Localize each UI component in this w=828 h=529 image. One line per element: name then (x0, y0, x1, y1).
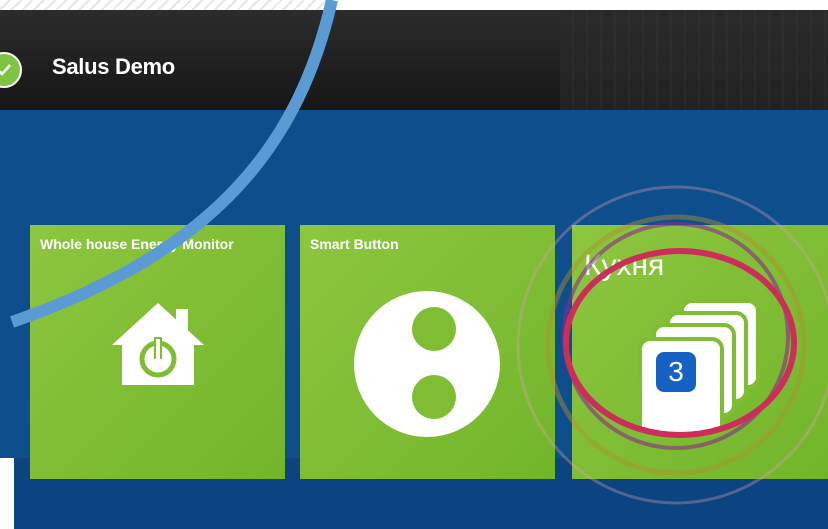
tile-energy-monitor[interactable]: Whole house Energy Monitor (30, 225, 285, 479)
header-background-panel (560, 10, 828, 110)
app-title: Salus Demo (52, 54, 175, 79)
tile-label: Кухня (584, 249, 665, 282)
tile-smart-button[interactable]: Smart Button (300, 225, 555, 479)
smart-button-icon (352, 289, 502, 444)
app-header: Salus Demo (0, 10, 828, 110)
left-edge (0, 458, 14, 529)
tile-label: Smart Button (310, 236, 399, 252)
logo-icon (0, 52, 22, 88)
tile-label: Whole house Energy Monitor (40, 236, 234, 252)
home-power-icon (108, 299, 208, 394)
count-badge: 3 (656, 352, 696, 392)
tile-kitchen-group[interactable]: Кухня 3 (572, 225, 828, 479)
